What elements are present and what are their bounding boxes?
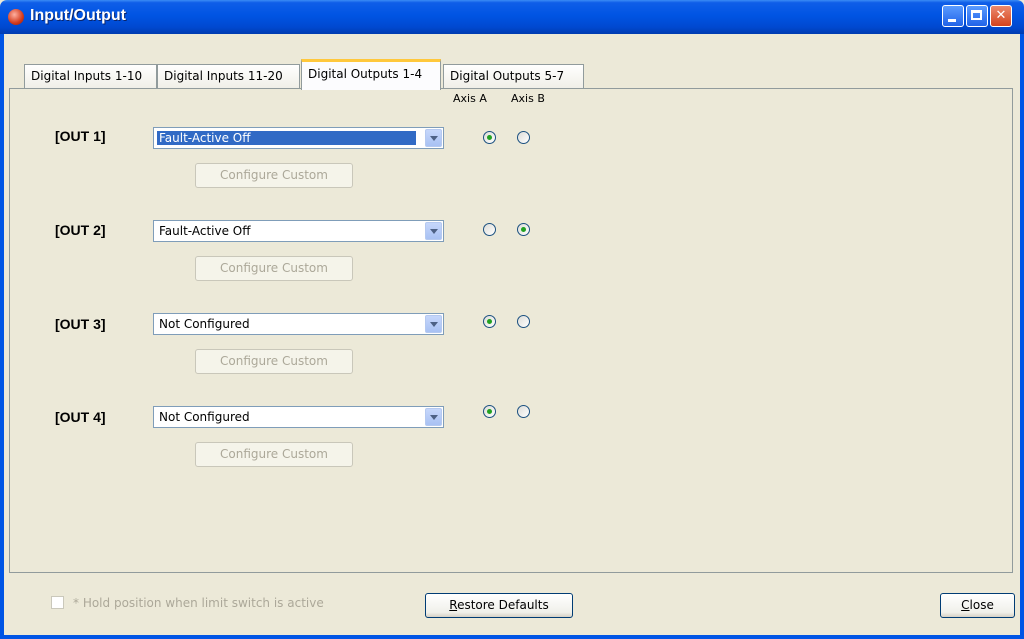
out-4-label: [OUT 4] — [55, 409, 106, 425]
minimize-button[interactable] — [942, 5, 964, 27]
restore-label-rest: estore Defaults — [457, 598, 549, 612]
close-button[interactable]: Close — [940, 593, 1015, 618]
maximize-icon — [967, 6, 987, 26]
chevron-down-icon[interactable] — [425, 315, 442, 333]
restore-mnemonic: R — [449, 598, 458, 612]
out-3-label: [OUT 3] — [55, 316, 106, 332]
tab-digital-outputs-5-7[interactable]: Digital Outputs 5-7 — [443, 64, 584, 88]
chevron-down-icon[interactable] — [425, 222, 442, 240]
maximize-button[interactable] — [966, 5, 988, 27]
axis-b-header: Axis B — [511, 92, 545, 105]
out-1-configure-custom-button[interactable]: Configure Custom — [195, 163, 353, 188]
out-3-axis-a-radio[interactable] — [483, 315, 496, 328]
out-3-axis-b-radio[interactable] — [517, 315, 530, 328]
close-icon: ✕ — [995, 8, 1007, 23]
out-3-select[interactable]: Not Configured — [153, 313, 444, 335]
app-icon — [8, 9, 24, 25]
out-2-select[interactable]: Fault-Active Off — [153, 220, 444, 242]
close-label-rest: lose — [969, 598, 994, 612]
close-mnemonic: C — [961, 598, 970, 612]
tab-digital-outputs-1-4[interactable]: Digital Outputs 1-4 — [301, 59, 441, 90]
tab-digital-inputs-11-20[interactable]: Digital Inputs 11-20 — [157, 64, 300, 88]
hold-position-checkbox[interactable] — [51, 596, 64, 609]
out-4-select[interactable]: Not Configured — [153, 406, 444, 428]
out-3-value: Not Configured — [159, 317, 250, 331]
out-1-value: Fault-Active Off — [156, 130, 417, 146]
window-title: Input/Output — [30, 7, 126, 24]
out-3-configure-custom-button[interactable]: Configure Custom — [195, 349, 353, 374]
out-2-axis-b-radio[interactable] — [517, 223, 530, 236]
title-bar[interactable]: Input/Output ✕ — [0, 0, 1024, 34]
restore-defaults-button[interactable]: Restore Defaults — [425, 593, 573, 618]
out-1-select[interactable]: Fault-Active Off — [153, 127, 444, 149]
chevron-down-icon[interactable] — [425, 408, 442, 426]
out-2-label: [OUT 2] — [55, 222, 106, 238]
chevron-down-icon[interactable] — [425, 129, 442, 147]
tab-digital-inputs-1-10[interactable]: Digital Inputs 1-10 — [24, 64, 157, 88]
out-1-axis-b-radio[interactable] — [517, 131, 530, 144]
out-4-configure-custom-button[interactable]: Configure Custom — [195, 442, 353, 467]
out-2-configure-custom-button[interactable]: Configure Custom — [195, 256, 353, 281]
close-window-button[interactable]: ✕ — [990, 5, 1012, 27]
out-4-axis-a-radio[interactable] — [483, 405, 496, 418]
out-1-label: [OUT 1] — [55, 128, 106, 144]
out-4-axis-b-radio[interactable] — [517, 405, 530, 418]
minimize-icon — [943, 6, 963, 26]
out-1-axis-a-radio[interactable] — [483, 131, 496, 144]
out-4-value: Not Configured — [159, 410, 250, 424]
axis-a-header: Axis A — [453, 92, 487, 105]
out-2-value: Fault-Active Off — [159, 224, 251, 238]
out-2-axis-a-radio[interactable] — [483, 223, 496, 236]
hold-position-label: * Hold position when limit switch is act… — [73, 596, 324, 610]
